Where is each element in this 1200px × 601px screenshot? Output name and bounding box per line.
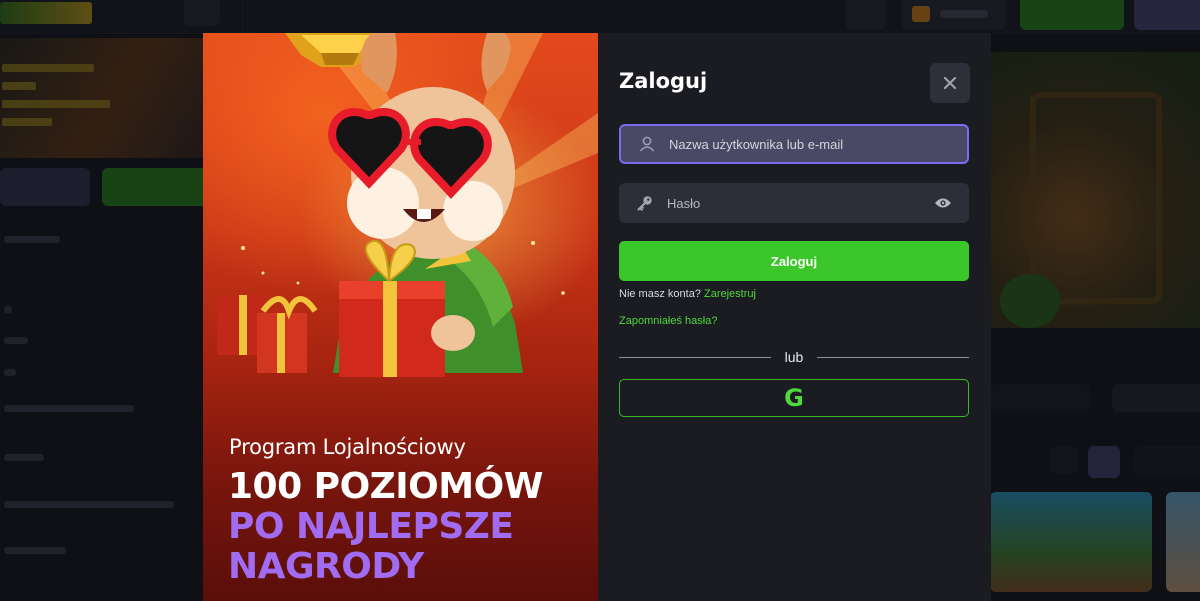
password-placeholder: Hasło bbox=[667, 195, 701, 211]
key-icon bbox=[635, 193, 655, 213]
register-link[interactable]: Zarejestruj bbox=[704, 288, 756, 300]
google-icon: G bbox=[784, 384, 804, 412]
eye-icon[interactable] bbox=[933, 194, 953, 212]
divider-text: lub bbox=[784, 349, 804, 365]
promo-title-line: 100 POZIOMÓW bbox=[228, 466, 543, 507]
promo-panel: Program Lojalnościowy 100 POZIOMÓW PO NA… bbox=[203, 33, 598, 601]
form-title: Zaloguj bbox=[619, 69, 708, 93]
login-form-panel: Zaloguj Nazwa użytkownika lub e-mail Has… bbox=[598, 33, 991, 601]
password-field[interactable]: Hasło bbox=[619, 183, 969, 223]
close-icon bbox=[943, 76, 957, 90]
google-login-button[interactable]: G bbox=[619, 379, 969, 417]
username-field[interactable]: Nazwa użytkownika lub e-mail bbox=[619, 124, 969, 164]
login-button[interactable]: Zaloguj bbox=[619, 241, 969, 281]
username-placeholder: Nazwa użytkownika lub e-mail bbox=[669, 136, 844, 152]
login-modal: Program Lojalnościowy 100 POZIOMÓW PO NA… bbox=[203, 33, 991, 601]
divider-line bbox=[619, 356, 771, 358]
user-icon bbox=[637, 134, 657, 154]
promo-title: 100 POZIOMÓW PO NAJLEPSZE NAGRODY bbox=[228, 467, 588, 587]
promo-subtitle: Program Lojalnościowy bbox=[229, 435, 466, 459]
close-button[interactable] bbox=[930, 63, 970, 103]
promo-title-line: NAGRODY bbox=[228, 546, 424, 587]
divider-line bbox=[817, 356, 969, 358]
or-divider: lub bbox=[619, 348, 969, 366]
mascot-illustration bbox=[217, 33, 598, 377]
promo-title-line: PO NAJLEPSZE bbox=[228, 506, 514, 547]
no-account-text: Nie masz konta? bbox=[619, 288, 701, 300]
forgot-password-link[interactable]: Zapomniałeś hasła? bbox=[619, 315, 717, 327]
register-prompt: Nie masz konta? Zarejestruj bbox=[619, 288, 756, 300]
